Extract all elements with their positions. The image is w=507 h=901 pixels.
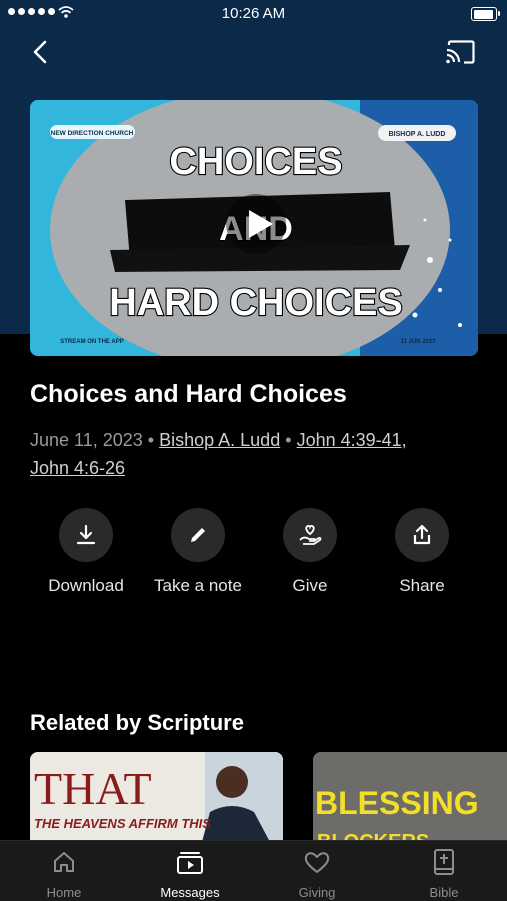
scripture-link-2[interactable]: John 4:6-26 <box>30 458 125 478</box>
download-button[interactable]: Download <box>30 508 142 596</box>
tab-bar: Home Messages Giving Bible <box>0 840 507 901</box>
tab-home[interactable]: Home <box>14 847 114 900</box>
share-button[interactable]: Share <box>366 508 478 596</box>
heart-icon <box>267 847 367 877</box>
give-label: Give <box>292 576 328 595</box>
home-icon <box>14 847 114 877</box>
meta-separator: • <box>285 430 292 450</box>
action-row: Download Take a note Give Share <box>30 508 490 598</box>
battery-icon <box>471 7 500 21</box>
tab-giving[interactable]: Giving <box>267 847 367 900</box>
thumb-church: NEW DIRECTION CHURCH <box>51 130 134 137</box>
video-thumbnail[interactable]: NEW DIRECTION CHURCH BISHOP A. LUDD CHOI… <box>30 100 478 356</box>
card-headline: THAT <box>34 763 152 814</box>
messages-icon <box>140 847 240 877</box>
card-subhead: THE HEAVENS AFFIRM THIS <box>34 816 211 831</box>
speaker-link[interactable]: Bishop A. Ludd <box>159 430 280 450</box>
play-icon[interactable] <box>226 194 286 254</box>
tab-bible[interactable]: Bible <box>394 847 494 900</box>
message-title: Choices and Hard Choices <box>30 380 347 408</box>
thumb-line1: CHOICES <box>169 141 342 183</box>
thumb-line3: HARD CHOICES <box>109 282 402 324</box>
tab-label: Home <box>46 885 82 900</box>
take-note-label: Take a note <box>154 576 242 595</box>
pencil-icon <box>171 508 225 562</box>
share-label: Share <box>399 576 445 595</box>
meta-separator: • <box>147 430 155 450</box>
download-icon <box>59 508 113 562</box>
share-icon <box>395 508 449 562</box>
message-date: June 11, 2023 <box>30 430 143 450</box>
message-meta: June 11, 2023 • Bishop A. Ludd • John 4:… <box>30 426 480 482</box>
download-label: Download <box>48 576 124 595</box>
take-note-button[interactable]: Take a note <box>142 508 254 596</box>
give-hand-heart-icon <box>283 508 337 562</box>
thumb-date: 11 JUN 2023 <box>400 339 436 345</box>
card-headline: BLESSING <box>315 785 479 821</box>
bible-icon <box>394 847 494 877</box>
give-button[interactable]: Give <box>254 508 366 596</box>
scripture-link-1[interactable]: John 4:39-41, <box>297 430 407 450</box>
status-time: 10:26 AM <box>221 5 286 22</box>
tab-label: Messages <box>160 885 220 900</box>
thumb-stream: STREAM ON THE APP <box>60 339 123 345</box>
related-card[interactable]: THAT THE HEAVENS AFFIRM THIS <box>30 752 283 842</box>
related-section-title: Related by Scripture <box>30 710 244 735</box>
thumb-speaker: BISHOP A. LUDD <box>389 131 446 138</box>
status-bar: 10:26 AM <box>0 0 507 28</box>
tab-label: Giving <box>298 885 336 900</box>
related-card[interactable]: BLESSING BLOCKERS <box>313 752 507 842</box>
tab-label: Bible <box>429 885 459 900</box>
chevron-left-icon[interactable] <box>28 38 54 66</box>
tab-messages[interactable]: Messages <box>140 847 240 900</box>
cast-icon[interactable] <box>444 38 476 66</box>
